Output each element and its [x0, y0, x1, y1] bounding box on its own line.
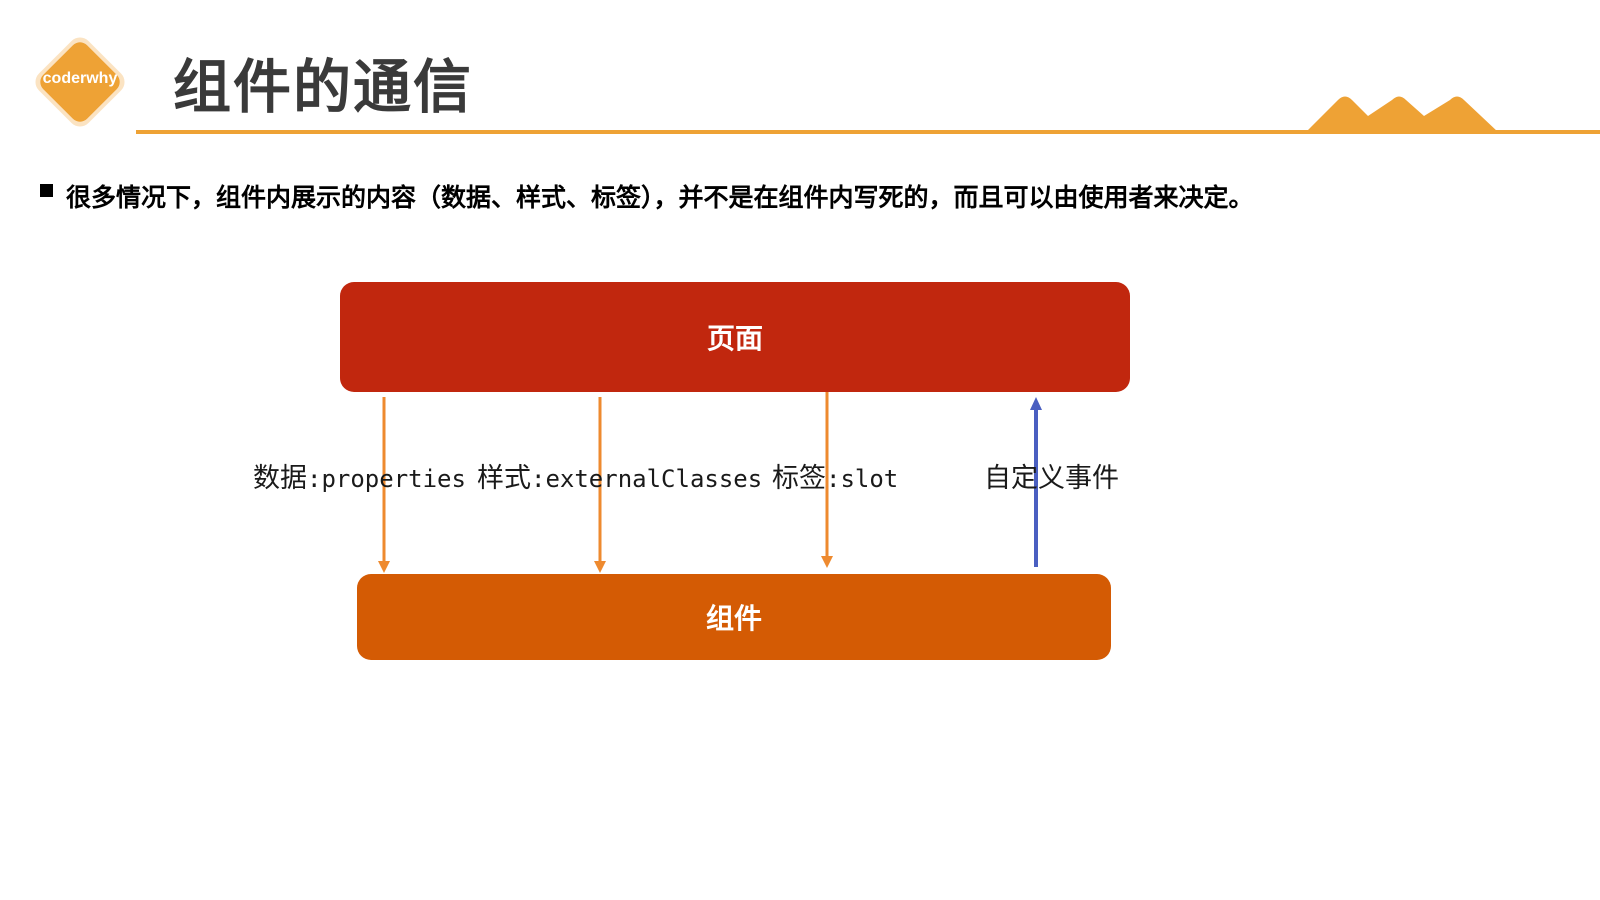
external-classes-label-zh: 样式: [477, 463, 531, 494]
custom-event-label-zh: 自定义事件: [984, 463, 1119, 494]
slot-label: 标签:slot: [772, 456, 898, 495]
external-classes-label: 样式:externalClasses: [477, 456, 762, 495]
properties-label-code: :properties: [307, 465, 466, 493]
slot-label-zh: 标签: [772, 463, 826, 494]
custom-event-label: 自定义事件: [984, 456, 1119, 495]
properties-label: 数据:properties: [253, 456, 466, 495]
slot-label-code: :slot: [826, 465, 899, 493]
arrows-layer: [378, 392, 1042, 573]
external-classes-label-code: :externalClasses: [531, 465, 763, 493]
properties-label-zh: 数据: [253, 463, 307, 494]
